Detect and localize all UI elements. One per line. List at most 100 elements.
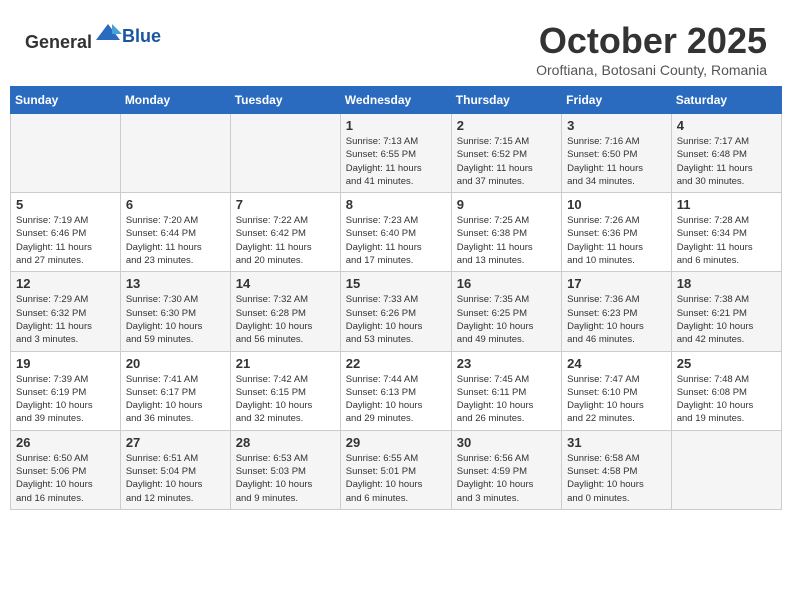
- day-info: Sunrise: 7:39 AMSunset: 6:19 PMDaylight:…: [16, 373, 115, 426]
- calendar-cell: 7Sunrise: 7:22 AMSunset: 6:42 PMDaylight…: [230, 193, 340, 272]
- day-number: 3: [567, 118, 666, 133]
- day-info: Sunrise: 7:36 AMSunset: 6:23 PMDaylight:…: [567, 293, 666, 346]
- day-info: Sunrise: 6:56 AMSunset: 4:59 PMDaylight:…: [457, 452, 556, 505]
- day-info: Sunrise: 7:23 AMSunset: 6:40 PMDaylight:…: [346, 214, 446, 267]
- title-block: October 2025 Oroftiana, Botosani County,…: [536, 20, 767, 78]
- calendar-cell: 21 Sunrise: 7:42 AMSunset: 6:15 PMDayligh…: [230, 351, 340, 430]
- day-number: 31: [567, 435, 666, 450]
- logo-blue-text: Blue: [122, 26, 161, 46]
- calendar-cell: 3 Sunrise: 7:16 AMSunset: 6:50 PMDaylight…: [562, 114, 672, 193]
- calendar-cell: 25 Sunrise: 7:48 AMSunset: 6:08 PMDayligh…: [671, 351, 781, 430]
- location-title: Oroftiana, Botosani County, Romania: [536, 62, 767, 78]
- day-number: 19: [16, 356, 115, 371]
- day-info: Sunrise: 6:50 AMSunset: 5:06 PMDaylight:…: [16, 452, 115, 505]
- calendar-cell: 28 Sunrise: 6:53 AMSunset: 5:03 PMDayligh…: [230, 430, 340, 509]
- day-header-thursday: Thursday: [451, 87, 561, 114]
- calendar-header-row: SundayMondayTuesdayWednesdayThursdayFrid…: [11, 87, 782, 114]
- day-header-sunday: Sunday: [11, 87, 121, 114]
- day-info: Sunrise: 7:13 AMSunset: 6:55 PMDaylight:…: [346, 135, 446, 188]
- logo-general-text: General: [25, 32, 92, 52]
- day-number: 24: [567, 356, 666, 371]
- day-header-monday: Monday: [120, 87, 230, 114]
- month-title: October 2025: [536, 20, 767, 62]
- day-number: 4: [677, 118, 776, 133]
- calendar-cell: 14Sunrise: 7:32 AMSunset: 6:28 PMDayligh…: [230, 272, 340, 351]
- calendar-cell: 6Sunrise: 7:20 AMSunset: 6:44 PMDaylight…: [120, 193, 230, 272]
- day-info: Sunrise: 7:33 AMSunset: 6:26 PMDaylight:…: [346, 293, 446, 346]
- day-number: 16: [457, 276, 556, 291]
- calendar-cell: 27 Sunrise: 6:51 AMSunset: 5:04 PMDayligh…: [120, 430, 230, 509]
- calendar-cell: 31Sunrise: 6:58 AMSunset: 4:58 PMDayligh…: [562, 430, 672, 509]
- page-header: General Blue October 2025 Oroftiana, Bot…: [10, 10, 782, 86]
- logo: General Blue: [25, 20, 161, 53]
- day-info: Sunrise: 6:53 AMSunset: 5:03 PMDaylight:…: [236, 452, 335, 505]
- day-info: Sunrise: 7:29 AMSunset: 6:32 PMDaylight:…: [16, 293, 115, 346]
- calendar-cell: 16 Sunrise: 7:35 AMSunset: 6:25 PMDayligh…: [451, 272, 561, 351]
- calendar-cell: 30Sunrise: 6:56 AMSunset: 4:59 PMDayligh…: [451, 430, 561, 509]
- calendar-cell: [230, 114, 340, 193]
- calendar-cell: 18Sunrise: 7:38 AMSunset: 6:21 PMDayligh…: [671, 272, 781, 351]
- day-header-friday: Friday: [562, 87, 672, 114]
- day-number: 9: [457, 197, 556, 212]
- day-info: Sunrise: 7:48 AMSunset: 6:08 PMDaylight:…: [677, 373, 776, 426]
- calendar-cell: 20 Sunrise: 7:41 AMSunset: 6:17 PMDayligh…: [120, 351, 230, 430]
- day-info: Sunrise: 7:16 AMSunset: 6:50 PMDaylight:…: [567, 135, 666, 188]
- day-info: Sunrise: 7:42 AMSunset: 6:15 PMDaylight:…: [236, 373, 335, 426]
- calendar-cell: 10 Sunrise: 7:26 AMSunset: 6:36 PMDayligh…: [562, 193, 672, 272]
- day-info: Sunrise: 6:51 AMSunset: 5:04 PMDaylight:…: [126, 452, 225, 505]
- calendar-cell: [120, 114, 230, 193]
- day-number: 20: [126, 356, 225, 371]
- day-number: 8: [346, 197, 446, 212]
- day-number: 7: [236, 197, 335, 212]
- day-info: Sunrise: 7:17 AMSunset: 6:48 PMDaylight:…: [677, 135, 776, 188]
- day-number: 2: [457, 118, 556, 133]
- calendar-week-row: 19 Sunrise: 7:39 AMSunset: 6:19 PMDayligh…: [11, 351, 782, 430]
- day-number: 17: [567, 276, 666, 291]
- day-number: 18: [677, 276, 776, 291]
- day-header-wednesday: Wednesday: [340, 87, 451, 114]
- day-number: 12: [16, 276, 115, 291]
- logo-icon: [94, 20, 122, 48]
- day-number: 14: [236, 276, 335, 291]
- day-number: 27: [126, 435, 225, 450]
- calendar-cell: 5 Sunrise: 7:19 AMSunset: 6:46 PMDaylight…: [11, 193, 121, 272]
- day-number: 1: [346, 118, 446, 133]
- calendar-cell: 29 Sunrise: 6:55 AMSunset: 5:01 PMDayligh…: [340, 430, 451, 509]
- day-info: Sunrise: 7:35 AMSunset: 6:25 PMDaylight:…: [457, 293, 556, 346]
- day-number: 11: [677, 197, 776, 212]
- day-info: Sunrise: 6:55 AMSunset: 5:01 PMDaylight:…: [346, 452, 446, 505]
- calendar-week-row: 1 Sunrise: 7:13 AMSunset: 6:55 PMDaylight…: [11, 114, 782, 193]
- calendar-cell: 13Sunrise: 7:30 AMSunset: 6:30 PMDayligh…: [120, 272, 230, 351]
- calendar-cell: 11Sunrise: 7:28 AMSunset: 6:34 PMDayligh…: [671, 193, 781, 272]
- day-number: 5: [16, 197, 115, 212]
- day-number: 29: [346, 435, 446, 450]
- day-info: Sunrise: 7:26 AMSunset: 6:36 PMDaylight:…: [567, 214, 666, 267]
- day-info: Sunrise: 7:15 AMSunset: 6:52 PMDaylight:…: [457, 135, 556, 188]
- day-number: 28: [236, 435, 335, 450]
- day-number: 23: [457, 356, 556, 371]
- calendar-cell: 17 Sunrise: 7:36 AMSunset: 6:23 PMDayligh…: [562, 272, 672, 351]
- calendar-week-row: 12 Sunrise: 7:29 AMSunset: 6:32 PMDayligh…: [11, 272, 782, 351]
- day-info: Sunrise: 7:19 AMSunset: 6:46 PMDaylight:…: [16, 214, 115, 267]
- calendar-cell: 23 Sunrise: 7:45 AMSunset: 6:11 PMDayligh…: [451, 351, 561, 430]
- calendar-week-row: 26 Sunrise: 6:50 AMSunset: 5:06 PMDayligh…: [11, 430, 782, 509]
- day-number: 26: [16, 435, 115, 450]
- day-number: 6: [126, 197, 225, 212]
- day-number: 22: [346, 356, 446, 371]
- day-number: 13: [126, 276, 225, 291]
- day-info: Sunrise: 7:44 AMSunset: 6:13 PMDaylight:…: [346, 373, 446, 426]
- calendar-cell: 19 Sunrise: 7:39 AMSunset: 6:19 PMDayligh…: [11, 351, 121, 430]
- calendar-cell: 12 Sunrise: 7:29 AMSunset: 6:32 PMDayligh…: [11, 272, 121, 351]
- calendar-cell: 26 Sunrise: 6:50 AMSunset: 5:06 PMDayligh…: [11, 430, 121, 509]
- calendar-cell: [11, 114, 121, 193]
- day-header-tuesday: Tuesday: [230, 87, 340, 114]
- day-info: Sunrise: 7:41 AMSunset: 6:17 PMDaylight:…: [126, 373, 225, 426]
- day-number: 25: [677, 356, 776, 371]
- calendar-cell: [671, 430, 781, 509]
- calendar-cell: 15Sunrise: 7:33 AMSunset: 6:26 PMDayligh…: [340, 272, 451, 351]
- calendar-week-row: 5 Sunrise: 7:19 AMSunset: 6:46 PMDaylight…: [11, 193, 782, 272]
- day-number: 21: [236, 356, 335, 371]
- day-info: Sunrise: 7:45 AMSunset: 6:11 PMDaylight:…: [457, 373, 556, 426]
- day-info: Sunrise: 7:25 AMSunset: 6:38 PMDaylight:…: [457, 214, 556, 267]
- day-number: 10: [567, 197, 666, 212]
